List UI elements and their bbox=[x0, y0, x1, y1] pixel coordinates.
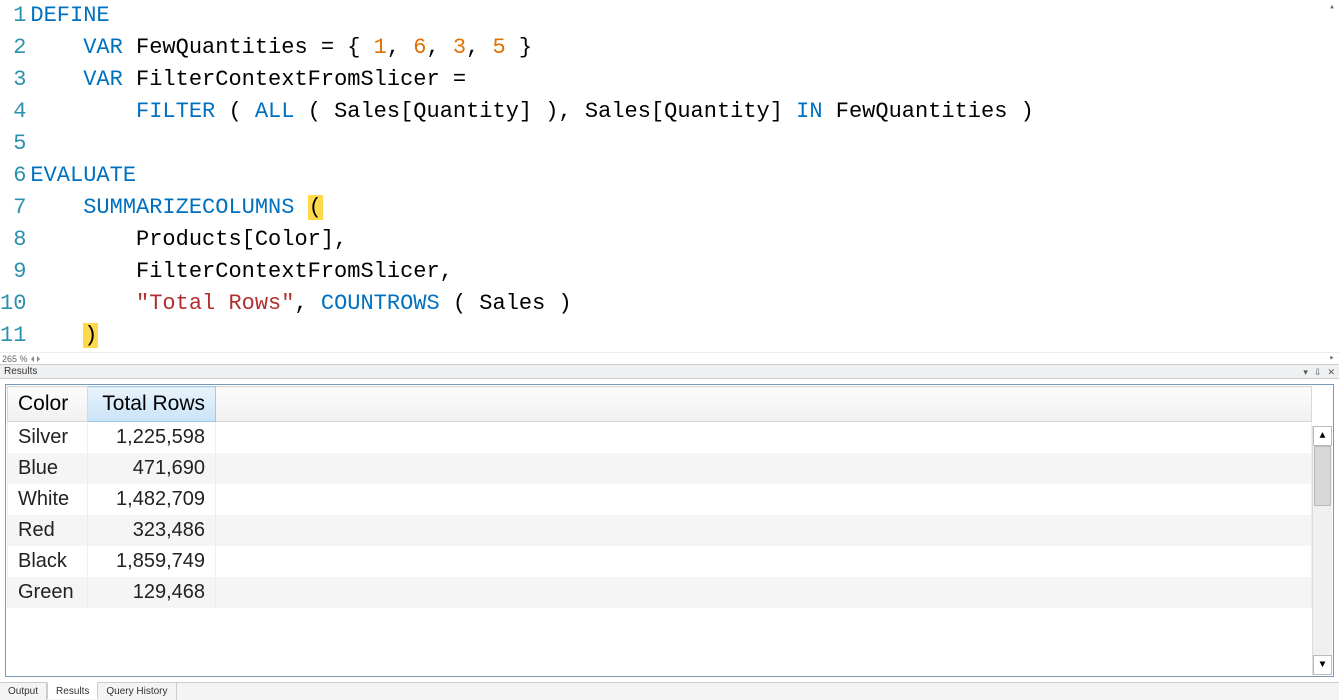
results-table[interactable]: ColorTotal Rows Silver1,225,598Blue471,6… bbox=[7, 386, 1312, 608]
code-line[interactable]: EVALUATE bbox=[30, 160, 1339, 192]
code-line[interactable]: VAR FilterContextFromSlicer = bbox=[30, 64, 1339, 96]
line-number: 4 bbox=[0, 96, 26, 128]
code-line[interactable]: VAR FewQuantities = { 1, 6, 3, 5 } bbox=[30, 32, 1339, 64]
code-line[interactable]: SUMMARIZECOLUMNS ( bbox=[30, 192, 1339, 224]
scroll-down-button[interactable]: ▼ bbox=[1313, 655, 1332, 675]
cell-total-rows[interactable]: 471,690 bbox=[88, 453, 216, 484]
tab-query-history[interactable]: Query History bbox=[98, 683, 176, 700]
table-row[interactable]: Black1,859,749 bbox=[8, 546, 1312, 577]
panel-pin-icon[interactable]: ⇩ bbox=[1312, 367, 1324, 378]
code-line[interactable]: DEFINE bbox=[30, 0, 1339, 32]
cell-empty bbox=[216, 577, 1312, 608]
code-editor[interactable]: 1234567891011 DEFINE VAR FewQuantities =… bbox=[0, 0, 1339, 365]
cell-color[interactable]: Green bbox=[8, 577, 88, 608]
results-header-row: ColorTotal Rows bbox=[8, 387, 1312, 422]
table-row[interactable]: White1,482,709 bbox=[8, 484, 1312, 515]
scrollbar-track[interactable] bbox=[1313, 446, 1332, 655]
cell-total-rows[interactable]: 323,486 bbox=[88, 515, 216, 546]
chevron-left-icon[interactable] bbox=[31, 356, 34, 362]
cell-color[interactable]: Red bbox=[8, 515, 88, 546]
tab-output[interactable]: Output bbox=[0, 683, 47, 700]
cell-total-rows[interactable]: 129,468 bbox=[88, 577, 216, 608]
panel-close-icon[interactable]: ✕ bbox=[1325, 367, 1337, 378]
code-line[interactable]: FilterContextFromSlicer, bbox=[30, 256, 1339, 288]
line-number: 7 bbox=[0, 192, 26, 224]
column-header[interactable]: Color bbox=[8, 387, 88, 422]
cell-color[interactable]: Black bbox=[8, 546, 88, 577]
line-number: 9 bbox=[0, 256, 26, 288]
cell-color[interactable]: Silver bbox=[8, 422, 88, 454]
cell-color[interactable]: Blue bbox=[8, 453, 88, 484]
grid-scrollbar[interactable]: ▲ ▼ bbox=[1312, 426, 1332, 675]
scrollbar-thumb[interactable] bbox=[1314, 446, 1331, 506]
cell-total-rows[interactable]: 1,859,749 bbox=[88, 546, 216, 577]
line-number: 5 bbox=[0, 128, 26, 160]
zoom-level: 265 % bbox=[2, 354, 28, 364]
cell-empty bbox=[216, 515, 1312, 546]
cell-empty bbox=[216, 546, 1312, 577]
results-panel-title: Results bbox=[4, 366, 37, 377]
editor-scroll-up-icon[interactable]: ▴ bbox=[1325, 0, 1339, 14]
line-number: 3 bbox=[0, 64, 26, 96]
panel-menu-icon[interactable]: ▾ bbox=[1301, 367, 1310, 378]
cell-empty bbox=[216, 453, 1312, 484]
results-grid[interactable]: ColorTotal Rows Silver1,225,598Blue471,6… bbox=[5, 384, 1334, 677]
line-number: 1 bbox=[0, 0, 26, 32]
cell-empty bbox=[216, 484, 1312, 515]
table-row[interactable]: Blue471,690 bbox=[8, 453, 1312, 484]
bottom-tab-strip: OutputResultsQuery History bbox=[0, 682, 1339, 700]
cell-color[interactable]: White bbox=[8, 484, 88, 515]
tab-results[interactable]: Results bbox=[47, 682, 98, 699]
table-row[interactable]: Red323,486 bbox=[8, 515, 1312, 546]
column-header-spacer bbox=[216, 387, 1312, 422]
line-number-gutter: 1234567891011 bbox=[0, 0, 28, 352]
line-number: 10 bbox=[0, 288, 26, 320]
line-number: 11 bbox=[0, 320, 26, 352]
line-number: 2 bbox=[0, 32, 26, 64]
editor-status-bar: 265 % bbox=[0, 352, 1339, 364]
code-line[interactable]: FILTER ( ALL ( Sales[Quantity] ), Sales[… bbox=[30, 96, 1339, 128]
cell-total-rows[interactable]: 1,225,598 bbox=[88, 422, 216, 454]
results-panel-titlebar: Results ▾ ⇩ ✕ bbox=[0, 365, 1339, 379]
code-line[interactable]: Products[Color], bbox=[30, 224, 1339, 256]
cell-total-rows[interactable]: 1,482,709 bbox=[88, 484, 216, 515]
scroll-up-button[interactable]: ▲ bbox=[1313, 426, 1332, 446]
cell-empty bbox=[216, 422, 1312, 454]
line-number: 8 bbox=[0, 224, 26, 256]
code-line[interactable]: "Total Rows", COUNTROWS ( Sales ) bbox=[30, 288, 1339, 320]
column-header[interactable]: Total Rows bbox=[88, 387, 216, 422]
line-number: 6 bbox=[0, 160, 26, 192]
results-body: Silver1,225,598Blue471,690White1,482,709… bbox=[8, 422, 1312, 609]
table-row[interactable]: Green129,468 bbox=[8, 577, 1312, 608]
table-row[interactable]: Silver1,225,598 bbox=[8, 422, 1312, 454]
code-line[interactable] bbox=[30, 128, 1339, 160]
chevron-right-icon[interactable] bbox=[37, 356, 40, 362]
results-pane: ColorTotal Rows Silver1,225,598Blue471,6… bbox=[0, 379, 1339, 682]
code-line[interactable]: ) bbox=[30, 320, 1339, 352]
code-area[interactable]: DEFINE VAR FewQuantities = { 1, 6, 3, 5 … bbox=[28, 0, 1339, 352]
